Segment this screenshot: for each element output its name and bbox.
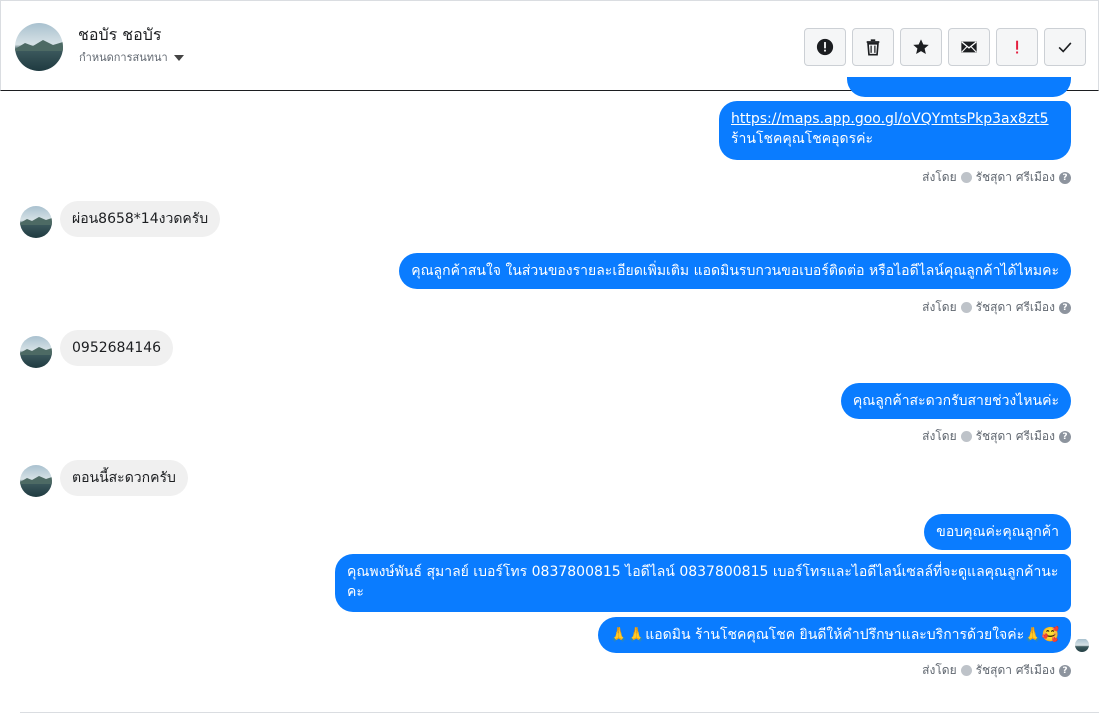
trash-icon [866, 39, 880, 56]
help-icon[interactable]: ? [1059, 430, 1071, 443]
sender-avatar [20, 465, 52, 497]
message-bubble-outgoing[interactable]: https://maps.app.goo.gl/oVQYmtsPkp3ax8zt… [719, 101, 1071, 160]
star-icon [913, 39, 929, 55]
sent-by-meta: ส่งโดย รัชสุดา ศรีเมือง ? [922, 168, 1071, 187]
agent-dot-icon [960, 172, 972, 183]
sent-by-meta: ส่งโดย รัชสุดา ศรีเมือง ? [922, 298, 1071, 317]
message-bubble-outgoing[interactable]: ขอบคุณค่ะคุณลูกค้า [924, 514, 1071, 550]
message-bubble-outgoing[interactable]: คุณลูกค้าสนใจ ในส่วนของรายละเอียดเพิ่มเต… [399, 253, 1071, 289]
agent-dot-icon [960, 302, 972, 313]
agent-name: รัชสุดา ศรีเมือง [975, 429, 1055, 443]
help-icon[interactable]: ? [1059, 301, 1071, 314]
message-bubble-incoming[interactable]: ผ่อน8658*14งวดครับ [60, 201, 221, 237]
assign-label: กำหนดการสนทนา [79, 51, 168, 64]
message-bubble-outgoing[interactable]: คุณพงษ์พันธ์ สุมาลย์ เบอร์โทร 0837800815… [335, 554, 1071, 612]
alert-circle-button[interactable] [804, 28, 846, 66]
delete-button[interactable] [852, 28, 894, 66]
exclamation-icon [1016, 40, 1019, 54]
contact-avatar[interactable] [15, 23, 63, 71]
check-icon [1058, 42, 1072, 53]
message-thread[interactable]: https://maps.app.goo.gl/oVQYmtsPkp3ax8zt… [0, 77, 1099, 713]
agent-dot-icon [960, 665, 972, 676]
message-bubble-outgoing[interactable]: 🙏🙏แอดมิน ร้านโชคคุณโชค ยินดีให้คำปรึกษาแ… [598, 617, 1071, 653]
sender-avatar [20, 336, 52, 368]
seen-avatar [1075, 638, 1089, 652]
message-bubble-incoming[interactable]: 0952684146 [60, 330, 174, 366]
contact-name[interactable]: ชอบัร ชอบัร [78, 23, 162, 48]
caret-down-icon [173, 54, 184, 61]
alert-circle-icon [816, 38, 834, 56]
agent-name: รัชสุดา ศรีเมือง [975, 300, 1055, 314]
map-link[interactable]: https://maps.app.goo.gl/oVQYmtsPkp3ax8zt… [731, 111, 1049, 127]
envelope-icon [961, 41, 977, 53]
header-toolbar [804, 28, 1086, 66]
agent-name: รัชสุดา ศรีเมือง [975, 663, 1055, 677]
message-text: ร้านโชคคุณโชคอุดรค่ะ [731, 131, 873, 147]
agent-dot-icon [960, 431, 972, 442]
sender-avatar [20, 206, 52, 238]
mark-done-button[interactable] [1044, 28, 1086, 66]
assign-conversation-dropdown[interactable]: กำหนดการสนทนา [79, 48, 184, 66]
sent-by-meta: ส่งโดย รัชสุดา ศรีเมือง ? [922, 661, 1071, 680]
agent-name: รัชสุดา ศรีเมือง [975, 170, 1055, 184]
mark-unread-button[interactable] [948, 28, 990, 66]
message-bubble-partial [847, 77, 1071, 97]
star-button[interactable] [900, 28, 942, 66]
spam-button[interactable] [996, 28, 1038, 66]
message-bubble-outgoing[interactable]: คุณลูกค้าสะดวกรับสายช่วงไหนค่ะ [840, 383, 1071, 419]
help-icon[interactable]: ? [1059, 664, 1071, 677]
help-icon[interactable]: ? [1059, 171, 1071, 184]
message-bubble-incoming[interactable]: ตอนนี้สะดวกครับ [60, 460, 188, 496]
sent-by-meta: ส่งโดย รัชสุดา ศรีเมือง ? [922, 427, 1071, 446]
